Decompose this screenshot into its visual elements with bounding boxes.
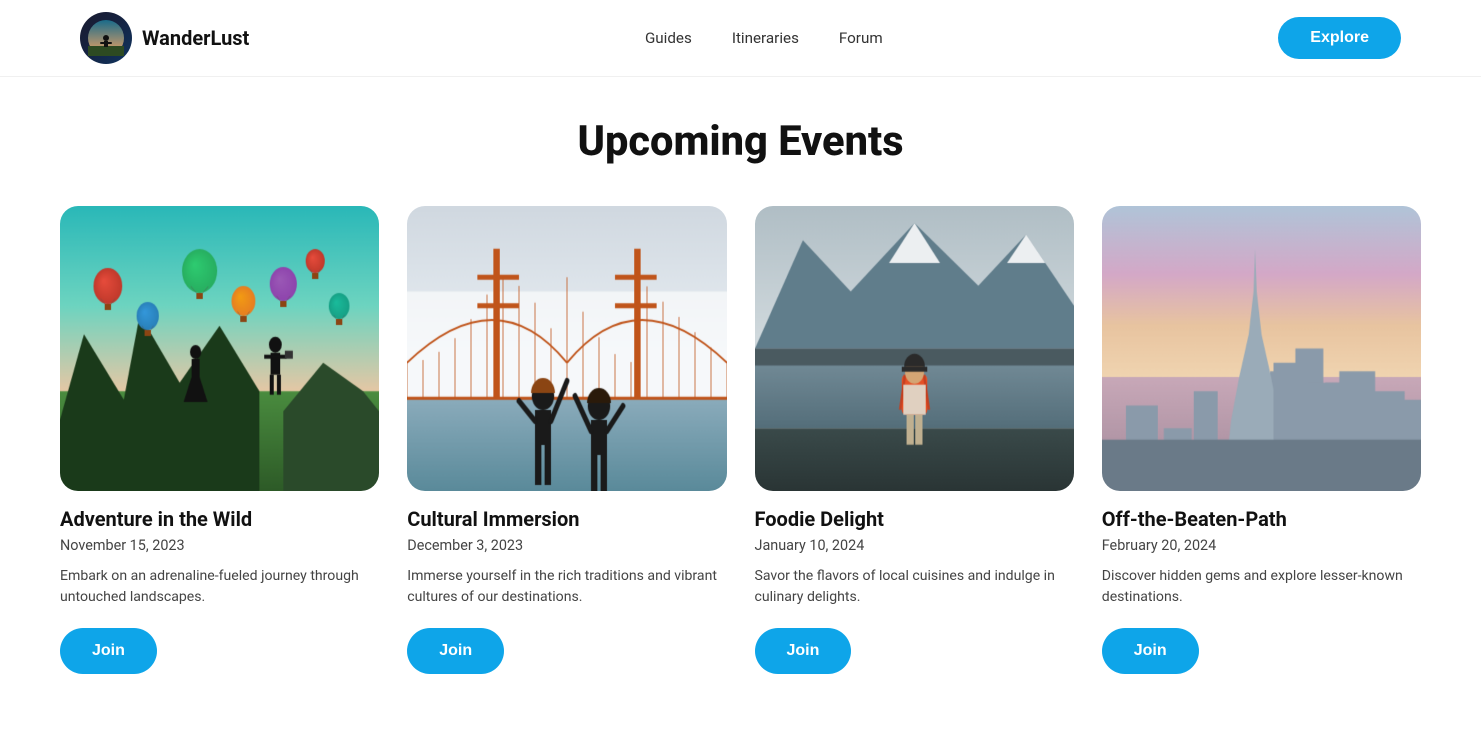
explore-button[interactable]: Explore bbox=[1278, 17, 1401, 59]
section-title: Upcoming Events bbox=[60, 117, 1421, 166]
card-cultural-title: Cultural Immersion bbox=[407, 507, 726, 531]
nav-guides[interactable]: Guides bbox=[645, 29, 692, 47]
card-adventure-image bbox=[60, 206, 379, 491]
card-foodie: Foodie Delight January 10, 2024 Savor th… bbox=[755, 206, 1074, 674]
card-offpath-date: February 20, 2024 bbox=[1102, 537, 1421, 554]
nav-itineraries[interactable]: Itineraries bbox=[732, 29, 799, 47]
logo-icon bbox=[80, 12, 132, 64]
card-adventure-date: November 15, 2023 bbox=[60, 537, 379, 554]
card-cultural-desc: Immerse yourself in the rich traditions … bbox=[407, 566, 726, 608]
card-adventure-title: Adventure in the Wild bbox=[60, 507, 379, 531]
brand[interactable]: WanderLust bbox=[80, 12, 249, 64]
card-offpath-image bbox=[1102, 206, 1421, 491]
card-adventure-desc: Embark on an adrenaline-fueled journey t… bbox=[60, 566, 379, 608]
card-foodie-title: Foodie Delight bbox=[755, 507, 1074, 531]
card-foodie-join[interactable]: Join bbox=[755, 628, 852, 674]
card-cultural: Cultural Immersion December 3, 2023 Imme… bbox=[407, 206, 726, 674]
nav-forum[interactable]: Forum bbox=[839, 29, 883, 47]
card-foodie-image bbox=[755, 206, 1074, 491]
card-offpath-title: Off-the-Beaten-Path bbox=[1102, 507, 1421, 531]
card-cultural-date: December 3, 2023 bbox=[407, 537, 726, 554]
card-adventure-join[interactable]: Join bbox=[60, 628, 157, 674]
brand-name: WanderLust bbox=[142, 26, 249, 50]
events-grid: Adventure in the Wild November 15, 2023 … bbox=[60, 206, 1421, 674]
card-adventure: Adventure in the Wild November 15, 2023 … bbox=[60, 206, 379, 674]
card-offpath: Off-the-Beaten-Path February 20, 2024 Di… bbox=[1102, 206, 1421, 674]
card-cultural-join[interactable]: Join bbox=[407, 628, 504, 674]
card-foodie-date: January 10, 2024 bbox=[755, 537, 1074, 554]
card-offpath-join[interactable]: Join bbox=[1102, 628, 1199, 674]
card-cultural-image bbox=[407, 206, 726, 491]
card-foodie-desc: Savor the flavors of local cuisines and … bbox=[755, 566, 1074, 608]
card-offpath-desc: Discover hidden gems and explore lesser-… bbox=[1102, 566, 1421, 608]
nav-links: Guides Itineraries Forum bbox=[645, 29, 883, 47]
